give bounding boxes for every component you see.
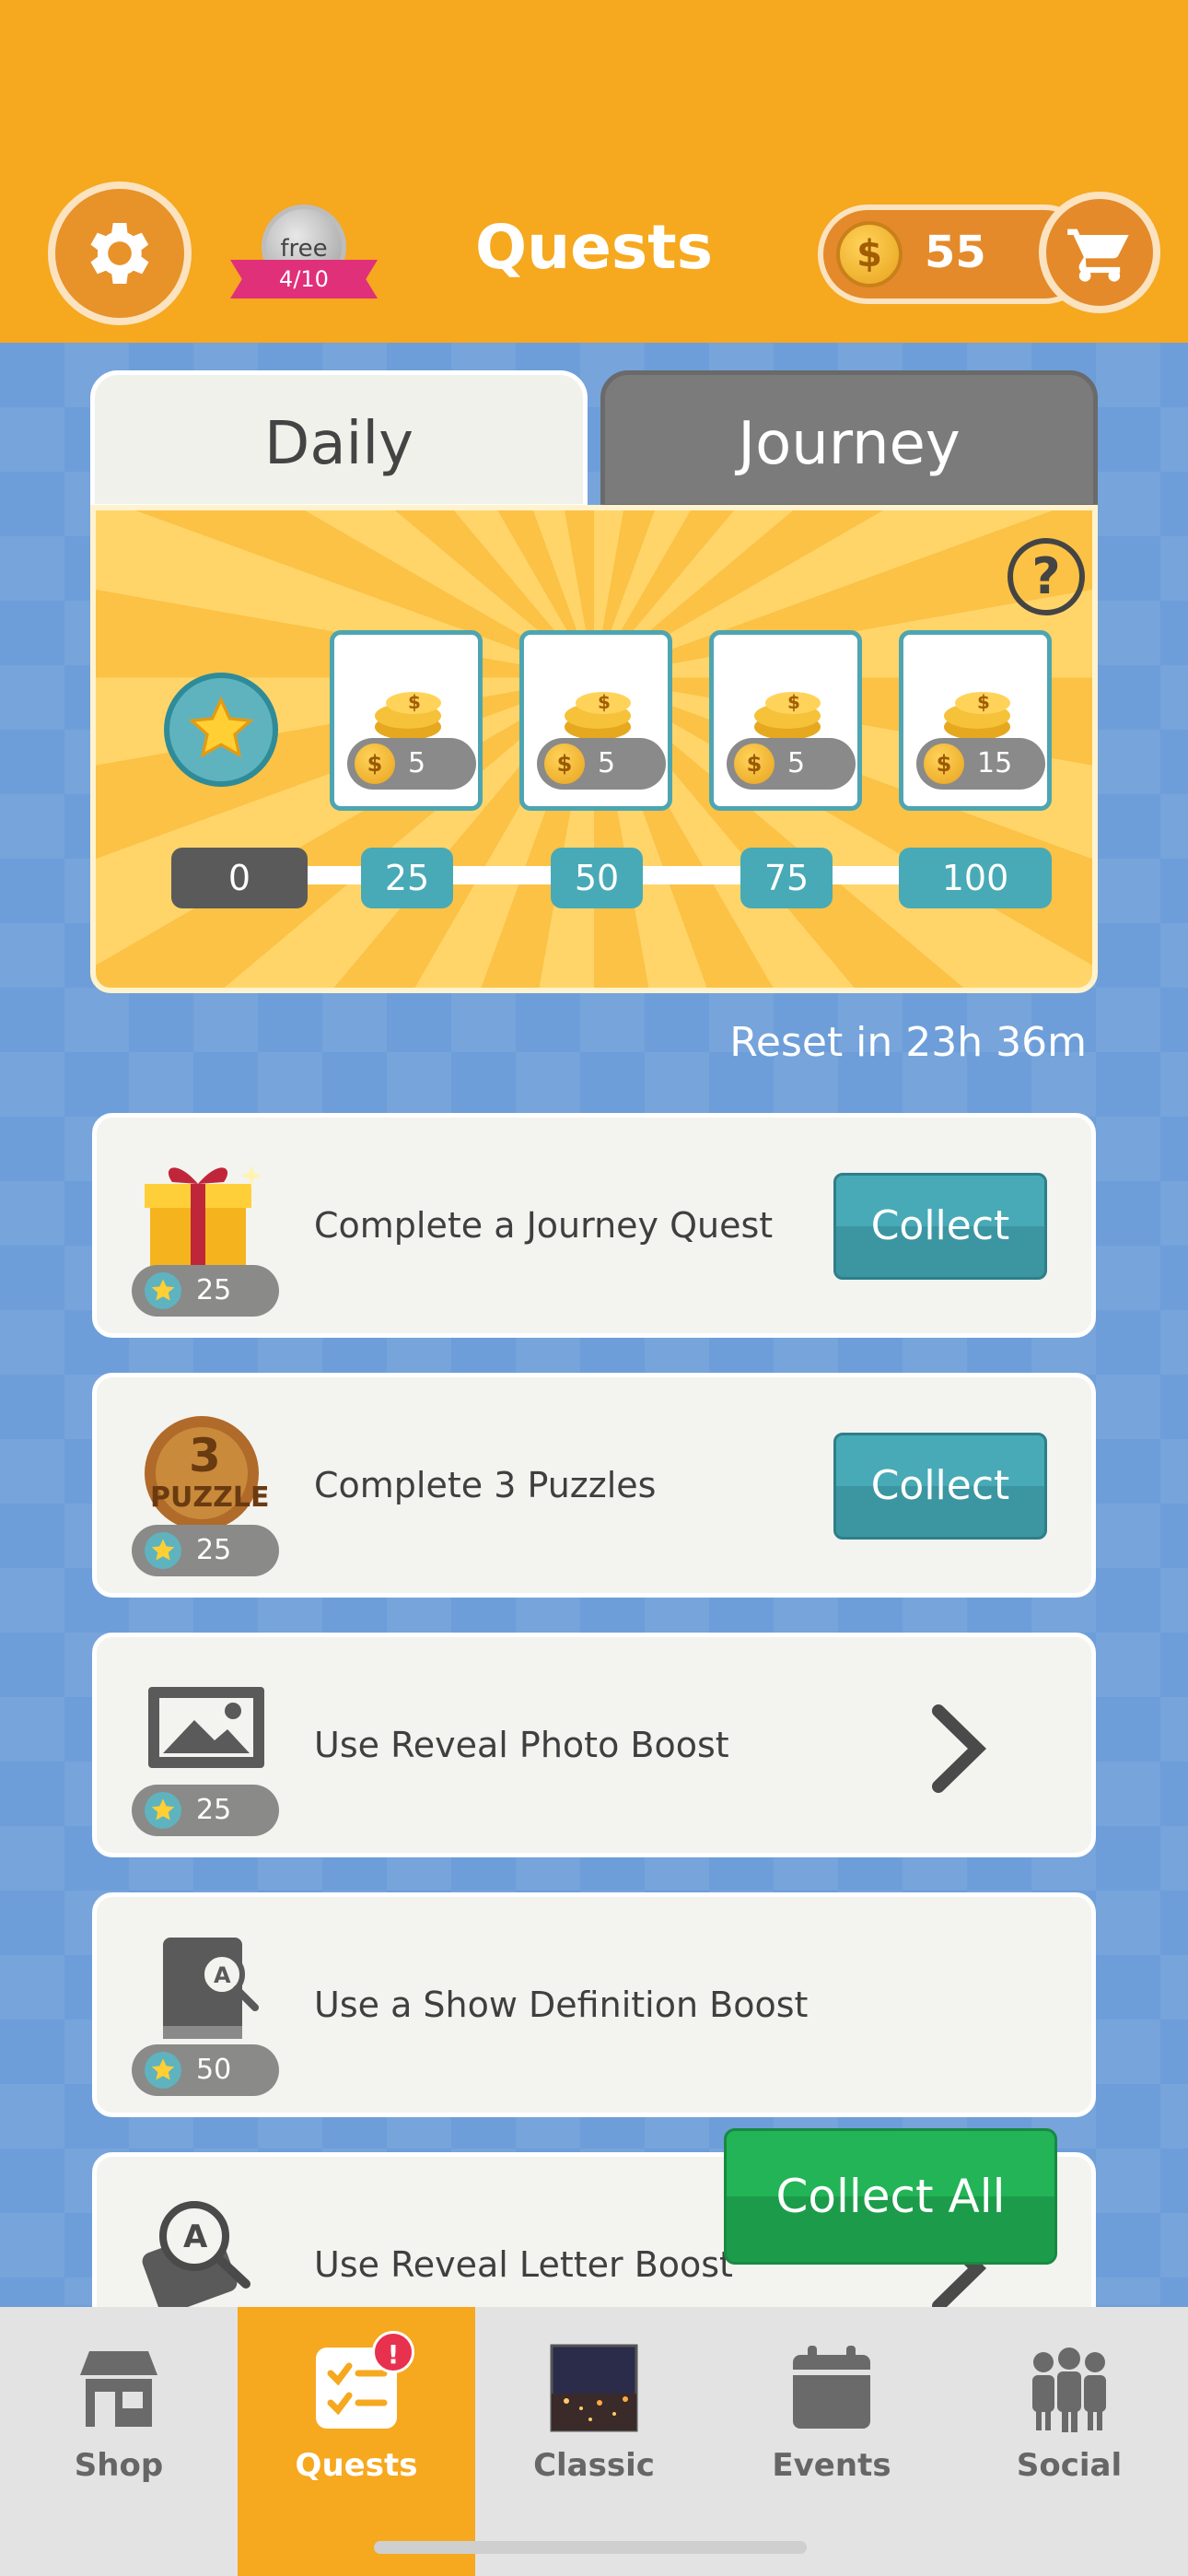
gift-icon: [145, 1165, 262, 1270]
settings-button[interactable]: [48, 181, 192, 325]
nav-quests[interactable]: Quests: [238, 2307, 475, 2576]
svg-text:$: $: [598, 691, 611, 713]
svg-text:$: $: [977, 691, 990, 713]
definition-book-icon: A: [163, 1938, 259, 2039]
free-hint-badge[interactable]: free 4/10: [230, 205, 378, 308]
quest-item[interactable]: 25 Use Reveal Photo Boost: [92, 1633, 1096, 1857]
top-bar: free 4/10 Quests $ 55: [0, 0, 1188, 343]
coin-icon: $: [924, 744, 964, 784]
collect-button[interactable]: Collect: [833, 1173, 1047, 1280]
store-button[interactable]: [1039, 192, 1160, 313]
svg-text:$: $: [787, 691, 800, 713]
star-icon: [145, 1532, 181, 1569]
quest-item[interactable]: A 50 Use a Show Definition Boost: [92, 1892, 1096, 2117]
quest-points-value: 25: [196, 1794, 232, 1826]
cart-icon: [1067, 228, 1129, 282]
tab-daily[interactable]: Daily: [90, 370, 588, 509]
svg-text:A: A: [214, 1962, 231, 1988]
reward-amount-value: 5: [408, 747, 426, 779]
milestone-label: 50: [551, 848, 643, 908]
shop-icon: [80, 2351, 157, 2427]
svg-text:PUZZLE: PUZZLE: [150, 1481, 268, 1514]
reset-timer: Reset in 23h 36m: [729, 1019, 1087, 1066]
nav-label: Social: [1016, 2447, 1123, 2484]
quest-item: 25 Complete a Journey Quest Collect: [92, 1113, 1096, 1338]
reward-amount: $ 5: [347, 738, 476, 790]
classic-thumbnail: [550, 2344, 638, 2432]
nav-label: Shop: [74, 2447, 164, 2484]
collect-button[interactable]: Collect: [833, 1433, 1047, 1540]
page-title: Quests: [475, 212, 713, 283]
quest-text: Use a Show Definition Boost: [314, 1985, 809, 2025]
coin-icon: $: [734, 744, 775, 784]
collect-all-button[interactable]: Collect All: [724, 2128, 1057, 2265]
svg-text:A: A: [183, 2219, 208, 2255]
notification-badge: !: [372, 2331, 414, 2373]
nav-classic[interactable]: Classic: [475, 2307, 713, 2576]
gear-icon: [90, 223, 149, 284]
reward-amount-value: 15: [977, 747, 1013, 779]
quest-points: 25: [132, 1525, 279, 1576]
free-count: 4/10: [230, 260, 378, 299]
reward-amount-value: 5: [598, 747, 616, 779]
nav-social[interactable]: Social: [950, 2307, 1188, 2576]
reward-amount: $ 5: [537, 738, 666, 790]
reward-card[interactable]: $ $ 5: [519, 630, 672, 811]
quest-points: 25: [132, 1785, 279, 1836]
quest-item: 3 PUZZLE 25 Complete 3 Puzzles Collect: [92, 1373, 1096, 1598]
quest-points: 25: [132, 1265, 279, 1317]
svg-text:$: $: [408, 691, 421, 713]
star-icon: [145, 1272, 181, 1309]
milestone-label: 25: [361, 848, 453, 908]
nav-label: Classic: [533, 2447, 655, 2484]
quest-text: Use Reveal Photo Boost: [314, 1725, 729, 1765]
coin-icon: $: [355, 744, 395, 784]
photo-icon: [148, 1687, 264, 1768]
milestone-label: 75: [740, 848, 833, 908]
reveal-letter-icon: A: [142, 2201, 250, 2313]
quest-text: Complete a Journey Quest: [314, 1205, 774, 1246]
coin-icon: $: [836, 221, 903, 287]
quest-points-value: 25: [196, 1534, 232, 1566]
quest-points: 50: [132, 2044, 279, 2096]
quest-points-value: 50: [196, 2054, 232, 2086]
reward-card[interactable]: $ $ 15: [899, 630, 1052, 811]
quest-points-value: 25: [196, 1274, 232, 1306]
tab-journey[interactable]: Journey: [600, 370, 1098, 509]
quest-text: Complete 3 Puzzles: [314, 1465, 657, 1505]
puzzle-medal-icon: 3 PUZZLE: [145, 1416, 268, 1530]
help-icon[interactable]: ?: [1007, 538, 1085, 615]
star-icon: [145, 1792, 181, 1829]
nav-events[interactable]: Events: [713, 2307, 950, 2576]
milestone-label: 100: [899, 848, 1052, 908]
home-indicator[interactable]: [374, 2541, 807, 2554]
coin-count: 55: [925, 227, 986, 278]
milestone-label: 0: [171, 848, 308, 908]
bottom-navigation: Shop Quests Classic Events Social: [0, 2307, 1188, 2576]
nav-label: Quests: [295, 2447, 418, 2484]
coin-icon: $: [544, 744, 585, 784]
nav-shop[interactable]: Shop: [0, 2307, 238, 2576]
reward-card[interactable]: $ $ 5: [709, 630, 862, 811]
calendar-icon: [793, 2346, 870, 2429]
nav-label: Events: [772, 2447, 891, 2484]
svg-text:3: 3: [189, 1429, 221, 1482]
people-icon: [1032, 2348, 1106, 2432]
star-icon: [145, 2052, 181, 2089]
reward-amount: $ 15: [916, 738, 1045, 790]
chevron-right-icon[interactable]: [916, 1698, 999, 1799]
star-progress-icon: [164, 673, 278, 787]
reward-card[interactable]: $ $ 5: [330, 630, 483, 811]
reward-progress-panel: ? $ $ 5 $ $ 5 $ $ 5 $ $ 15 0 25 50 75 10…: [90, 505, 1098, 993]
star-icon: [188, 696, 254, 758]
reward-amount-value: 5: [787, 747, 806, 779]
reward-amount: $ 5: [727, 738, 856, 790]
